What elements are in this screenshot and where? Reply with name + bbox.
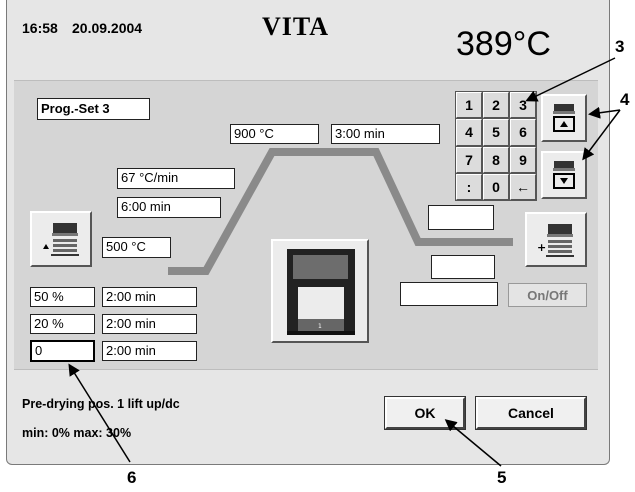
callout-5: 5 [497,468,507,487]
callout-6: 6 [127,468,137,487]
callout-4: 4 [620,90,630,109]
callout-3: 3 [615,37,625,56]
callout-arrows [68,57,621,467]
